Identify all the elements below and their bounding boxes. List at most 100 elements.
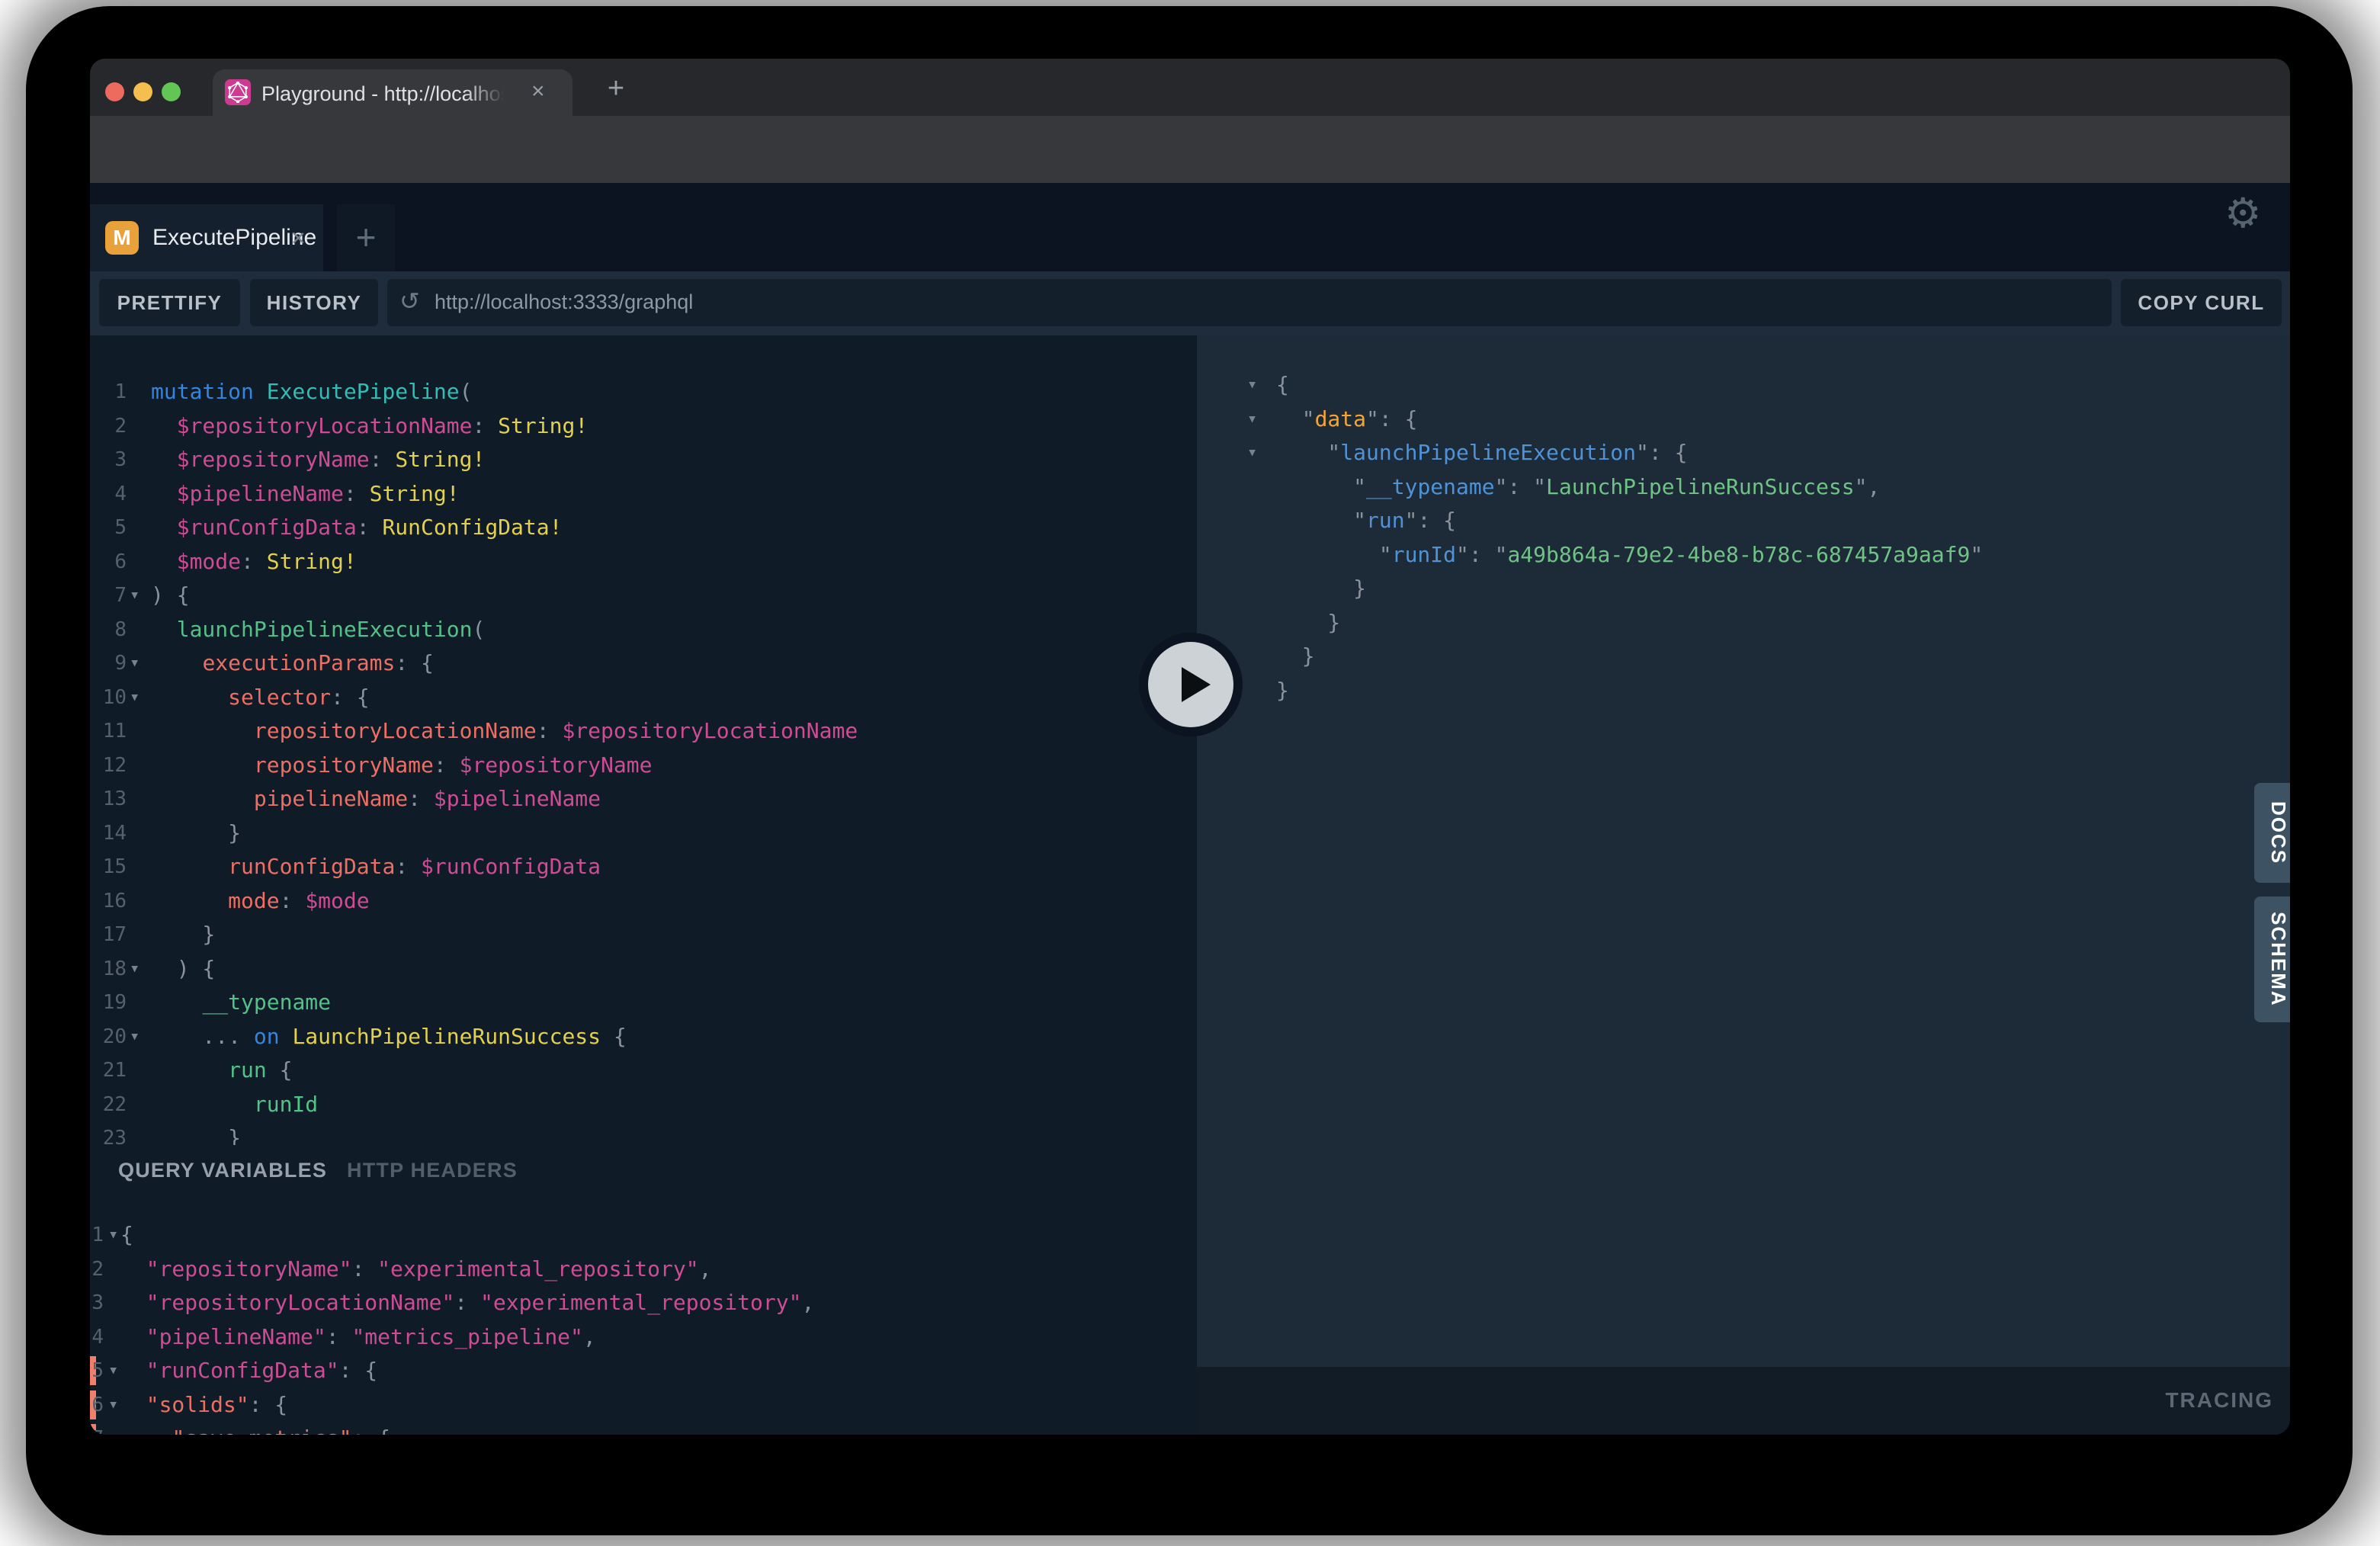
fold-arrow-icon[interactable]: ▾ (108, 1422, 118, 1435)
line-number: 16 (90, 884, 127, 919)
fold-arrow-icon[interactable]: ▾ (108, 1218, 118, 1253)
history-button[interactable]: HISTORY (250, 279, 378, 326)
query-line: 22 runId (90, 1088, 1197, 1122)
execute-button[interactable] (1139, 633, 1243, 736)
traffic-light-close-icon[interactable] (105, 82, 124, 101)
tab-query-variables[interactable]: QUERY VARIABLES (118, 1159, 327, 1182)
code-text: "save_metrics": { (120, 1426, 390, 1435)
browser-tab[interactable]: Playground - http://localhost:3 × (213, 69, 573, 116)
fold-arrow-icon[interactable]: ▾ (1247, 403, 1257, 437)
prettify-button[interactable]: PRETTIFY (99, 279, 240, 326)
fold-arrow-icon[interactable]: ▾ (1247, 368, 1257, 403)
code-text: mode: $mode (151, 888, 370, 913)
tab-http-headers[interactable]: HTTP HEADERS (347, 1159, 518, 1182)
line-number: 1 (90, 375, 127, 409)
copy-curl-button[interactable]: COPY CURL (2121, 279, 2282, 326)
variables-line: 2 "repositoryName": "experimental_reposi… (90, 1253, 1197, 1287)
query-line: 2 $repositoryLocationName: String! (90, 409, 1197, 444)
response-line: ▾ "data": { (1197, 403, 2290, 437)
line-number: 21 (90, 1054, 127, 1088)
fold-arrow-icon[interactable]: ▾ (130, 1020, 140, 1054)
query-line: 8 launchPipelineExecution( (90, 613, 1197, 647)
response-line: "run": { (1197, 504, 2290, 538)
query-line: 15 runConfigData: $runConfigData (90, 850, 1197, 884)
line-number: 7 (90, 1422, 104, 1435)
line-number: 19 (90, 986, 127, 1020)
fold-arrow-icon[interactable]: ▾ (1247, 436, 1257, 470)
code-text: $repositoryLocationName: String! (151, 413, 588, 438)
line-number: 5 (90, 511, 127, 545)
code-text: } (1276, 678, 1289, 703)
tab-close-icon[interactable]: × (531, 79, 545, 104)
variables-line: 5▾ "runConfigData": { (90, 1354, 1197, 1388)
variables-line: 7 ▾ "save_metrics": { (90, 1422, 1197, 1435)
line-number: 2 (90, 409, 127, 444)
code-text: } (151, 820, 241, 845)
graphql-favicon-icon (225, 79, 251, 105)
playground-content: 1mutation ExecutePipeline(2 $repositoryL… (90, 335, 2290, 1435)
fold-arrow-icon[interactable]: ▾ (130, 646, 140, 681)
fold-arrow-icon[interactable]: ▾ (108, 1388, 118, 1423)
tracing-toggle[interactable]: TRACING (2165, 1388, 2273, 1413)
schema-side-tab[interactable]: SCHEMA (2254, 896, 2290, 1022)
traffic-light-minimize-icon[interactable] (133, 82, 152, 101)
line-number: 4 (90, 1320, 104, 1355)
browser-toolbar: ← → ↻ ⓘ localhost:3333/graphql Guest ⋮ (90, 116, 2290, 183)
execute-button-circle (1148, 642, 1233, 727)
settings-gear-icon[interactable]: ⚙ (2224, 189, 2261, 237)
response-line: "__typename": "LaunchPipelineRunSuccess"… (1197, 470, 2290, 505)
query-line: 3 $repositoryName: String! (90, 443, 1197, 477)
tracing-bar: TRACING (1197, 1367, 2290, 1435)
query-line: 14 } (90, 816, 1197, 851)
code-text: $mode: String! (151, 549, 357, 574)
playground-new-tab-button[interactable]: + (337, 204, 395, 271)
line-number: 9 (90, 646, 127, 681)
line-number: 18 (90, 952, 127, 986)
code-text: "pipelineName": "metrics_pipeline", (120, 1324, 596, 1349)
response-line: } (1197, 674, 2290, 708)
fold-arrow-icon[interactable]: ▾ (130, 952, 140, 986)
line-number: 22 (90, 1088, 127, 1122)
variables-line: 1▾{ (90, 1218, 1197, 1253)
query-line: 7▾) { (90, 579, 1197, 613)
tab-title-fade (464, 80, 518, 107)
response-line: ▾ "launchPipelineExecution": { (1197, 436, 2290, 470)
line-number: 3 (90, 443, 127, 477)
code-text: executionParams: { (151, 650, 434, 675)
code-text: "__typename": "LaunchPipelineRunSuccess"… (1276, 474, 1880, 499)
screenshot-canvas: Playground - http://localhost:3 × + ← → … (0, 0, 2380, 1546)
variables-line: 6▾ "solids": { (90, 1388, 1197, 1423)
line-number: 12 (90, 749, 127, 783)
query-line: 13 pipelineName: $pipelineName (90, 782, 1197, 816)
query-line: 10▾ selector: { (90, 681, 1197, 715)
playground-tab-executepipeline[interactable]: M ExecutePipeline × (90, 204, 323, 271)
query-line: 1mutation ExecutePipeline( (90, 375, 1197, 409)
query-line: 20▾ ... on LaunchPipelineRunSuccess { (90, 1020, 1197, 1054)
playground-tab-close-icon[interactable]: × (291, 224, 306, 252)
code-text: $pipelineName: String! (151, 481, 460, 506)
docs-side-tab[interactable]: DOCS (2254, 783, 2290, 883)
query-variables-editor[interactable]: 1▾{2 "repositoryName": "experimental_rep… (90, 1201, 1197, 1435)
response-viewer: ▾{▾ "data": {▾ "launchPipelineExecution"… (1197, 335, 2290, 1367)
code-text: ) { (151, 956, 215, 981)
reset-endpoint-icon[interactable]: ↺ (399, 287, 420, 316)
query-editor[interactable]: 1mutation ExecutePipeline(2 $repositoryL… (90, 335, 1197, 1145)
fold-arrow-icon[interactable]: ▾ (130, 579, 140, 613)
fold-arrow-icon[interactable]: ▾ (108, 1354, 118, 1388)
endpoint-input[interactable]: ↺ http://localhost:3333/graphql (387, 279, 2112, 326)
code-text: launchPipelineExecution( (151, 617, 485, 642)
new-tab-button[interactable]: + (599, 74, 633, 104)
traffic-light-zoom-icon[interactable] (162, 82, 181, 101)
code-text: "launchPipelineExecution": { (1276, 440, 1687, 465)
line-number: 8 (90, 613, 127, 647)
line-number: 4 (90, 477, 127, 512)
query-line: 6 $mode: String! (90, 545, 1197, 579)
code-text: repositoryName: $repositoryName (151, 752, 652, 778)
query-line: 4 $pipelineName: String! (90, 477, 1197, 512)
query-pane: 1mutation ExecutePipeline(2 $repositoryL… (90, 335, 1197, 1435)
fold-arrow-icon[interactable]: ▾ (130, 681, 140, 715)
line-number: 14 (90, 816, 127, 851)
code-text: } (1276, 576, 1366, 601)
line-number: 15 (90, 850, 127, 884)
response-line: } (1197, 640, 2290, 674)
